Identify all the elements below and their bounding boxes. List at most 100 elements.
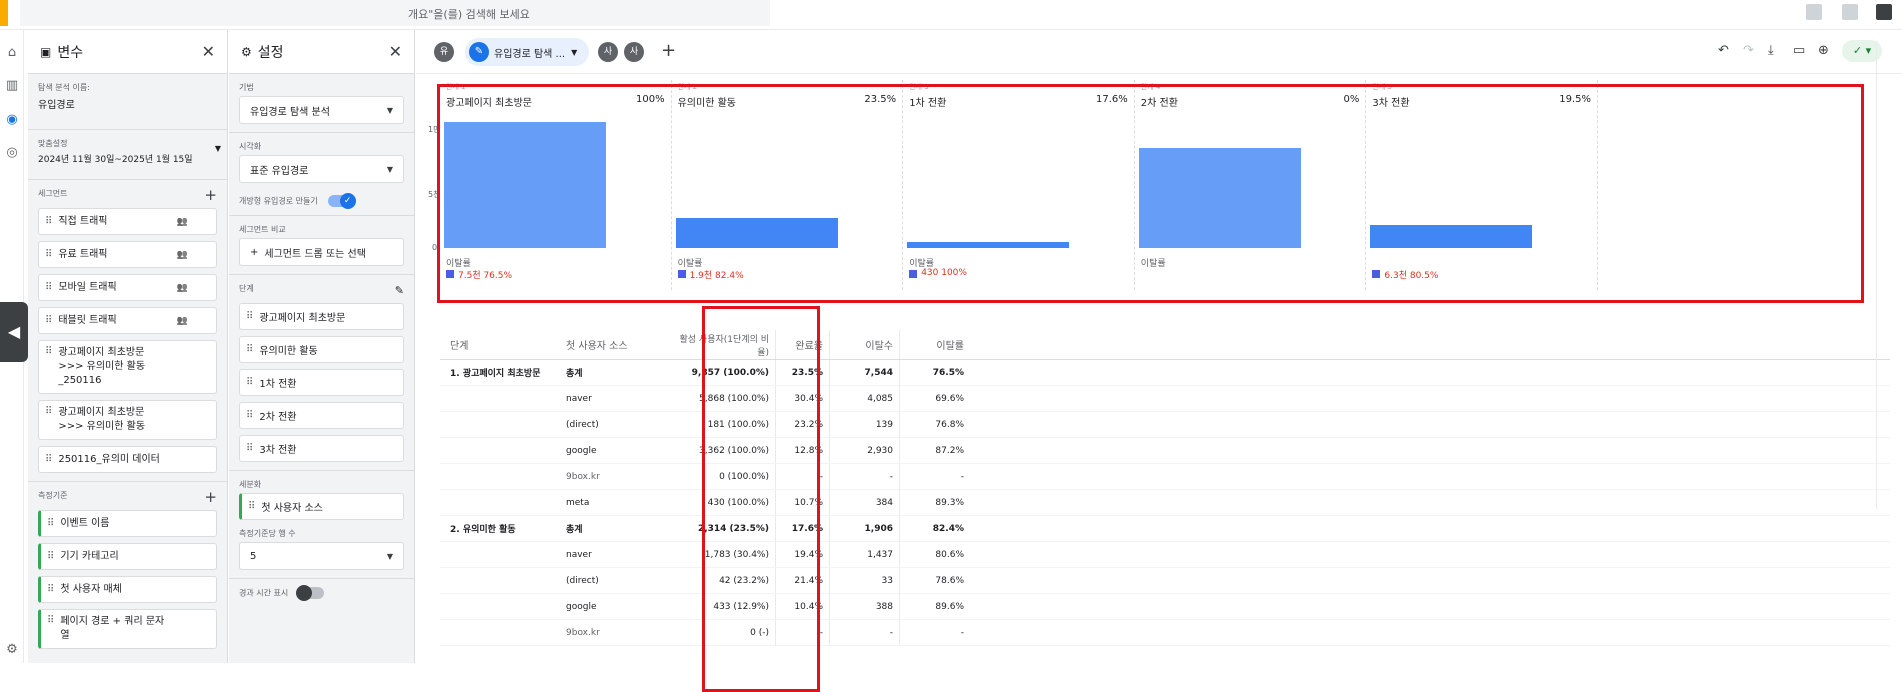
drag-handle-icon[interactable]: ⠿: [45, 406, 52, 417]
add-tab-icon[interactable]: +: [661, 40, 676, 61]
drag-handle-icon[interactable]: ⠿: [45, 216, 52, 227]
chevron-down-icon[interactable]: ▼: [215, 144, 221, 153]
header-source[interactable]: 첫 사용자 소스: [566, 337, 670, 352]
drag-handle-icon[interactable]: ⠿: [246, 311, 253, 322]
visualization-label: 시각화: [239, 142, 262, 151]
drag-handle-icon[interactable]: ⠿: [45, 315, 52, 326]
visualization-select[interactable]: 표준 유입경로 ▼: [239, 155, 404, 183]
table-cell: 33: [830, 568, 900, 593]
drag-handle-icon[interactable]: ⠿: [47, 615, 54, 626]
step-chip[interactable]: ⠿ 유의미한 활동: [239, 336, 404, 363]
segment-chip[interactable]: ⠿ 태블릿 트래픽 👥: [38, 307, 217, 334]
reports-icon[interactable]: ▥: [4, 78, 20, 94]
drag-handle-icon[interactable]: ⠿: [246, 377, 253, 388]
drag-handle-icon[interactable]: ⠿: [246, 344, 253, 355]
table-cell: (direct): [566, 575, 599, 586]
table-cell: google: [566, 601, 597, 612]
drag-handle-icon[interactable]: ⠿: [47, 584, 54, 595]
collapse-panel-button[interactable]: ◀: [0, 302, 28, 362]
segment-drop-text: 세그먼트 드롭 또는 선택: [264, 248, 366, 260]
segment-chip[interactable]: ⠿ 250116_유의미 데이터: [38, 446, 217, 473]
header-dropoff-rate[interactable]: 이탈률: [900, 330, 970, 359]
table-row[interactable]: (direct) 42 (23.2%) 21.4% 33 78.6%: [440, 568, 1890, 594]
table-row[interactable]: 2. 유의미한 활동 총계 2,314 (23.5%) 17.6% 1,906 82.4%: [440, 516, 1890, 542]
exploration-name-label: 탐색 분석 이름:: [38, 83, 90, 92]
settings-gear-icon[interactable]: ⚙: [4, 642, 20, 658]
redo-icon[interactable]: ↷: [1743, 43, 1754, 58]
segment-chip[interactable]: ⠿ 유료 트래픽 👥: [38, 241, 217, 268]
edit-pencil-icon[interactable]: ✎: [395, 284, 404, 297]
gear-icon: ⚙: [241, 44, 252, 59]
table-row[interactable]: 9box.kr 0 (-) - - -: [440, 620, 1890, 646]
step-chip[interactable]: ⠿ 1차 전환: [239, 369, 404, 396]
segment-chip[interactable]: ⠿ 직접 트래픽 👥: [38, 208, 217, 235]
date-label: 맞춤설정: [38, 139, 68, 148]
folder-move-icon[interactable]: ▭: [1793, 43, 1805, 58]
table-row[interactable]: google 433 (12.9%) 10.4% 388 89.6%: [440, 594, 1890, 620]
account-icon[interactable]: [1806, 4, 1822, 20]
drag-handle-icon[interactable]: ⠿: [45, 454, 52, 465]
tab-badge-2[interactable]: 사: [598, 42, 618, 62]
date-range[interactable]: 2024년 11월 30일~2025년 1월 15일: [38, 152, 217, 165]
add-dimension-icon[interactable]: +: [204, 490, 217, 505]
search-input[interactable]: 개요"을(를) 검색해 보세요: [408, 6, 530, 22]
table-row[interactable]: naver 5,868 (100.0%) 30.4% 4,085 69.6%: [440, 386, 1890, 412]
table-row[interactable]: google 3,362 (100.0%) 12.8% 2,930 87.2%: [440, 438, 1890, 464]
open-funnel-toggle[interactable]: ✓: [327, 193, 356, 209]
add-segment-icon[interactable]: +: [204, 188, 217, 203]
step-chip[interactable]: ⠿ 2차 전환: [239, 402, 404, 429]
segment-chip[interactable]: ⠿ 광고페이지 최초방문 >>> 유의미한 활동: [38, 400, 217, 440]
dimension-chip[interactable]: ⠿ 첫 사용자 매체: [38, 576, 217, 603]
segment-drop-zone[interactable]: + 세그먼트 드롭 또는 선택: [239, 238, 404, 266]
drag-handle-icon[interactable]: ⠿: [246, 410, 253, 421]
avatar[interactable]: [1876, 4, 1892, 20]
exploration-name-input[interactable]: 유입경로: [38, 96, 217, 111]
dimension-chip[interactable]: ⠿ 페이지 경로 + 쿼리 문자 열: [38, 609, 217, 649]
segment-chip[interactable]: ⠿ 광고페이지 최초방문 >>> 유의미한 활동 _250116: [38, 340, 217, 394]
elapsed-toggle[interactable]: [296, 585, 325, 601]
close-variables-icon[interactable]: ✕: [202, 42, 215, 61]
drag-handle-icon[interactable]: ⠿: [248, 501, 255, 512]
technique-select[interactable]: 유입경로 탐색 분석 ▼: [239, 96, 404, 124]
drag-handle-icon[interactable]: ⠿: [45, 249, 52, 260]
dimension-chip[interactable]: ⠿ 이벤트 이름: [38, 510, 217, 537]
header-dropoff-count[interactable]: 이탈수: [830, 330, 900, 359]
date-section[interactable]: 맞춤설정 2024년 11월 30일~2025년 1월 15일 ▼: [28, 130, 227, 180]
table-row[interactable]: 1. 광고페이지 최초방문 총계 9,857 (100.0%) 23.5% 7,544 7…: [440, 360, 1890, 386]
tab-badge-1[interactable]: 유: [434, 42, 454, 62]
table-row[interactable]: meta 430 (100.0%) 10.7% 384 89.3%: [440, 490, 1890, 516]
pencil-icon: ✎: [469, 42, 489, 62]
table-row[interactable]: naver 1,783 (30.4%) 19.4% 1,437 80.6%: [440, 542, 1890, 568]
home-icon[interactable]: ⌂: [4, 45, 20, 61]
segment-label: 유료 트래픽: [58, 248, 108, 260]
dimension-chip[interactable]: ⠿ 기기 카테고리: [38, 543, 217, 570]
apps-icon[interactable]: [1842, 4, 1858, 20]
tab-funnel[interactable]: ✎ 유입경로 탐색 ... ▼: [465, 38, 589, 66]
drag-handle-icon[interactable]: ⠿: [246, 443, 253, 454]
tab-badge-3[interactable]: 사: [624, 42, 644, 62]
drag-handle-icon[interactable]: ⠿: [47, 518, 54, 529]
close-settings-icon[interactable]: ✕: [389, 42, 402, 61]
explore-icon[interactable]: ◉: [4, 112, 20, 128]
vertical-scrollbar[interactable]: [1876, 40, 1882, 510]
advertising-icon[interactable]: ◎: [4, 145, 20, 161]
download-icon[interactable]: ⤓: [1768, 43, 1774, 58]
chevron-down-icon[interactable]: ▼: [571, 48, 577, 57]
step-chip[interactable]: ⠿ 3차 전환: [239, 435, 404, 462]
share-user-icon[interactable]: ⊕: [1818, 43, 1829, 58]
step-chip[interactable]: ⠿ 광고페이지 최초방문: [239, 303, 404, 330]
drag-handle-icon[interactable]: ⠿: [45, 282, 52, 293]
undo-icon[interactable]: ↶: [1718, 43, 1729, 58]
table-cell: 1. 광고페이지 최초방문: [450, 369, 541, 379]
table-row[interactable]: (direct) 181 (100.0%) 23.2% 139 76.8%: [440, 412, 1890, 438]
breakdown-section: 세분화 ⠿ 첫 사용자 소스 측정기준당 행 수 5 ▼: [229, 471, 414, 579]
header-step[interactable]: 단계: [440, 337, 566, 352]
drag-handle-icon[interactable]: ⠿: [45, 346, 52, 357]
segment-chip[interactable]: ⠿ 모바일 트래픽 👥: [38, 274, 217, 301]
drag-handle-icon[interactable]: ⠿: [47, 551, 54, 562]
table-row[interactable]: 9box.kr 0 (100.0%) - - -: [440, 464, 1890, 490]
rows-select[interactable]: 5 ▼: [239, 542, 404, 570]
breakdown-chip[interactable]: ⠿ 첫 사용자 소스: [239, 493, 404, 520]
table-cell: 89.6%: [935, 601, 964, 612]
table-cell: -: [830, 620, 900, 645]
